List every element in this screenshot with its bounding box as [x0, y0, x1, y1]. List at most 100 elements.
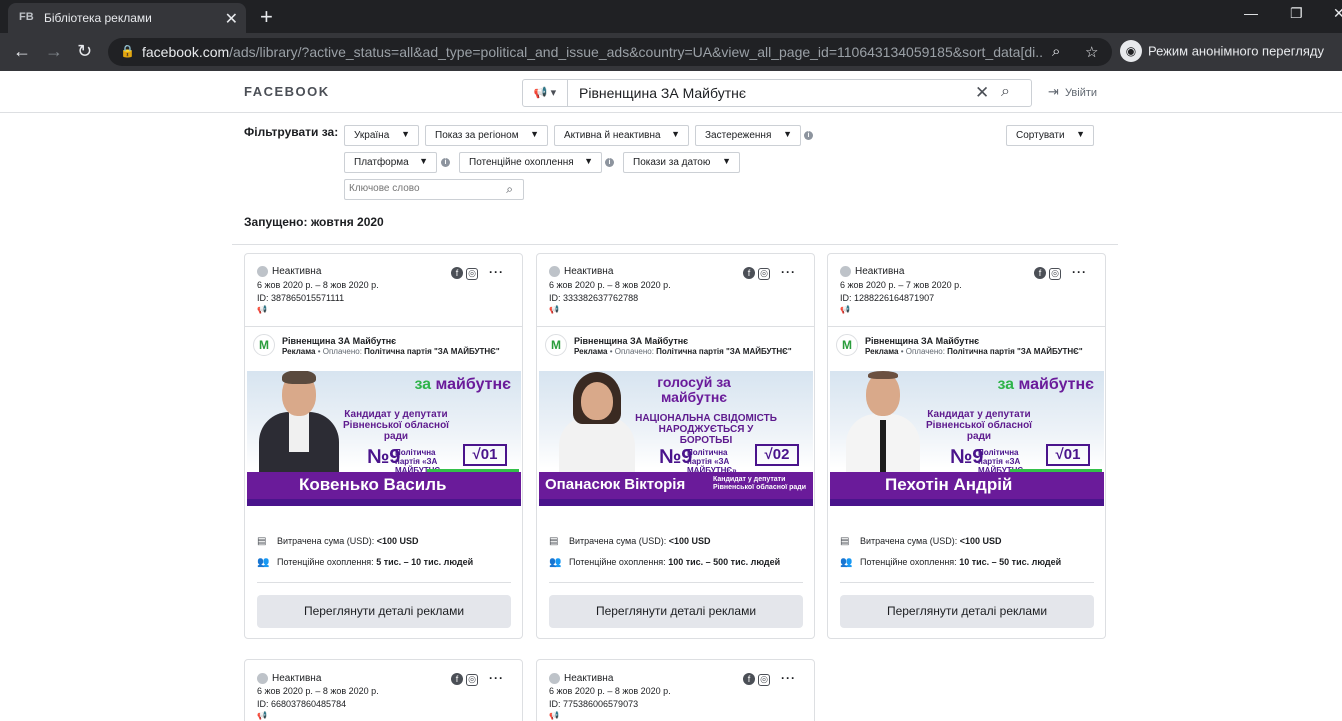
- ad-status: Неактивна: [257, 266, 321, 277]
- divider: [840, 582, 1094, 583]
- status-value: Активна й неактивна: [564, 130, 661, 141]
- url-text[interactable]: facebook.com/ads/library/?active_status=…: [142, 44, 1042, 60]
- page-name[interactable]: Рівненщина ЗА Майбутнє: [574, 336, 688, 346]
- info-icon[interactable]: i: [441, 158, 450, 167]
- brand-logo: голосуй за майбутнє: [657, 374, 731, 405]
- facebook-logo[interactable]: FACEBOOK: [244, 84, 330, 99]
- amount-spent: ▤ Витрачена сума (USD): <100 USD: [840, 536, 1002, 547]
- incognito-label: Режим анонімного перегляду: [1148, 43, 1324, 59]
- amount-spent: ▤ Витрачена сума (USD): <100 USD: [257, 536, 419, 547]
- back-icon[interactable]: ←: [13, 41, 31, 62]
- megaphone-icon: 📢: [533, 87, 548, 99]
- status-dropdown[interactable]: Активна й неактивна ▼: [554, 125, 689, 146]
- new-tab-icon[interactable]: +: [260, 4, 273, 30]
- divider: [257, 582, 511, 583]
- ad-run-dates: 6 жов 2020 р. – 8 жов 2020 р.: [257, 686, 379, 696]
- more-options-icon[interactable]: ···: [489, 671, 504, 685]
- candidate-photo: [846, 371, 920, 472]
- page-name[interactable]: Рівненщина ЗА Майбутнє: [865, 336, 979, 346]
- close-window-icon[interactable]: ✕: [1333, 5, 1342, 22]
- paid-by-line: Реклама • Оплачено: Політична партія "ЗА…: [282, 347, 500, 356]
- clear-search-icon[interactable]: ✕: [975, 83, 989, 103]
- search-icon[interactable]: ⌕: [506, 182, 513, 197]
- platforms: f ◎: [451, 267, 481, 280]
- sort-dropdown[interactable]: Сортувати ▼: [1006, 125, 1094, 146]
- keyword-search-field[interactable]: ⌕: [344, 179, 524, 200]
- disclaimer-value: Застереження: [705, 130, 772, 141]
- platforms: f ◎: [743, 673, 773, 686]
- paid-by-line: Реклама • Оплачено: Політична партія "ЗА…: [574, 347, 792, 356]
- chevron-down-icon: ▼: [783, 129, 792, 139]
- divider: [537, 326, 814, 327]
- inactive-status-icon: [257, 266, 268, 277]
- ad-library-header: FACEBOOK 📢 ▾ Рівненщина ЗА Майбутнє ✕ ⌕ …: [0, 71, 1342, 113]
- megaphone-icon: 📢: [549, 305, 559, 314]
- restore-icon[interactable]: ❐: [1290, 5, 1303, 22]
- country-value: Україна: [354, 130, 390, 141]
- ad-card: Неактивна 6 жов 2020 р. – 8 жов 2020 р. …: [536, 659, 815, 721]
- facebook-icon: f: [451, 673, 463, 685]
- receipt-icon: ▤: [257, 536, 267, 547]
- view-ad-details-button[interactable]: Переглянути деталі реклами: [257, 595, 511, 628]
- minimize-icon[interactable]: —: [1244, 5, 1258, 21]
- view-ad-details-button[interactable]: Переглянути деталі реклами: [840, 595, 1094, 628]
- ballot-box: √01: [1046, 444, 1090, 466]
- info-icon[interactable]: i: [605, 158, 614, 167]
- ad-creative-image[interactable]: голосуй за майбутнє НАЦІОНАЛЬНА СВІДОМІСТ…: [539, 371, 813, 510]
- ad-search-bar: 📢 ▾ Рівненщина ЗА Майбутнє ✕ ⌕: [522, 79, 1032, 107]
- more-options-icon[interactable]: ···: [489, 265, 504, 279]
- chevron-down-icon: ▼: [1076, 129, 1085, 139]
- logout-link[interactable]: ⇥ Увійти: [1048, 84, 1097, 100]
- image-footer: [539, 499, 813, 506]
- keyword-input[interactable]: [349, 183, 499, 194]
- region-dropdown[interactable]: Показ за регіоном ▼: [425, 125, 548, 146]
- incognito-indicator[interactable]: ◉ Режим анонімного перегляду: [1120, 40, 1324, 64]
- forward-icon[interactable]: →: [45, 41, 63, 62]
- page-avatar[interactable]: M: [836, 334, 858, 356]
- instagram-icon: ◎: [466, 674, 478, 686]
- browser-tab[interactable]: FB Бібліотека реклами ✕: [8, 3, 246, 33]
- divider: [549, 582, 803, 583]
- megaphone-icon: 📢: [840, 305, 850, 314]
- inactive-status-icon: [840, 266, 851, 277]
- info-icon[interactable]: i: [804, 131, 813, 140]
- amount-spent: ▤ Витрачена сума (USD): <100 USD: [549, 536, 711, 547]
- zoom-icon[interactable]: ⌕: [1052, 43, 1060, 60]
- impressions-date-dropdown[interactable]: Покази за датою ▼: [623, 152, 740, 173]
- bookmark-star-icon[interactable]: ☆: [1085, 43, 1098, 61]
- search-input[interactable]: Рівненщина ЗА Майбутнє: [579, 85, 746, 101]
- brand-logo: за майбутнє: [997, 376, 1094, 393]
- chevron-down-icon: ▼: [419, 156, 428, 166]
- more-options-icon[interactable]: ···: [781, 671, 796, 685]
- ad-creative-image[interactable]: за майбутнє Кандидат у депутати Рівненсь…: [247, 371, 521, 510]
- potential-reach: 👥 Потенційне охоплення: 10 тис. – 50 тис.…: [840, 557, 1062, 568]
- party-name: Політична партія «ЗА МАЙБУТНЄ»: [687, 448, 737, 475]
- logout-icon: ⇥: [1048, 84, 1059, 99]
- omnibox[interactable]: 🔒 facebook.com/ads/library/?active_statu…: [108, 38, 1112, 66]
- people-icon: 👥: [840, 557, 853, 568]
- disclaimer-dropdown[interactable]: Застереження ▼: [695, 125, 801, 146]
- facebook-icon: f: [451, 267, 463, 279]
- megaphone-icon: 📢: [257, 305, 267, 314]
- sort-value: Сортувати: [1016, 130, 1065, 141]
- page-name[interactable]: Рівненщина ЗА Майбутнє: [282, 336, 396, 346]
- search-icon[interactable]: ⌕: [1001, 83, 1010, 101]
- chevron-down-icon: ▼: [671, 129, 680, 139]
- page-avatar[interactable]: M: [253, 334, 275, 356]
- receipt-icon: ▤: [549, 536, 559, 547]
- view-ad-details-button[interactable]: Переглянути деталі реклами: [549, 595, 803, 628]
- page-avatar[interactable]: M: [545, 334, 567, 356]
- ad-run-dates: 6 жов 2020 р. – 8 жов 2020 р.: [549, 280, 671, 290]
- country-dropdown[interactable]: Україна ▼: [344, 125, 419, 146]
- ad-category-dropdown[interactable]: 📢 ▾: [523, 80, 568, 106]
- ad-creative-image[interactable]: за майбутнє Кандидат у депутати Рівненсь…: [830, 371, 1104, 510]
- more-options-icon[interactable]: ···: [781, 265, 796, 279]
- ad-status: Неактивна: [549, 266, 613, 277]
- ad-card: Неактивна 6 жов 2020 р. – 8 жов 2020 р. …: [244, 659, 523, 721]
- more-options-icon[interactable]: ···: [1072, 265, 1087, 279]
- close-tab-icon[interactable]: ✕: [225, 9, 238, 29]
- reach-dropdown[interactable]: Потенційне охоплення ▼: [459, 152, 602, 173]
- name-band: Ковенько Василь: [247, 472, 521, 499]
- reload-icon[interactable]: ↻: [77, 41, 92, 62]
- platform-dropdown[interactable]: Платформа ▼: [344, 152, 437, 173]
